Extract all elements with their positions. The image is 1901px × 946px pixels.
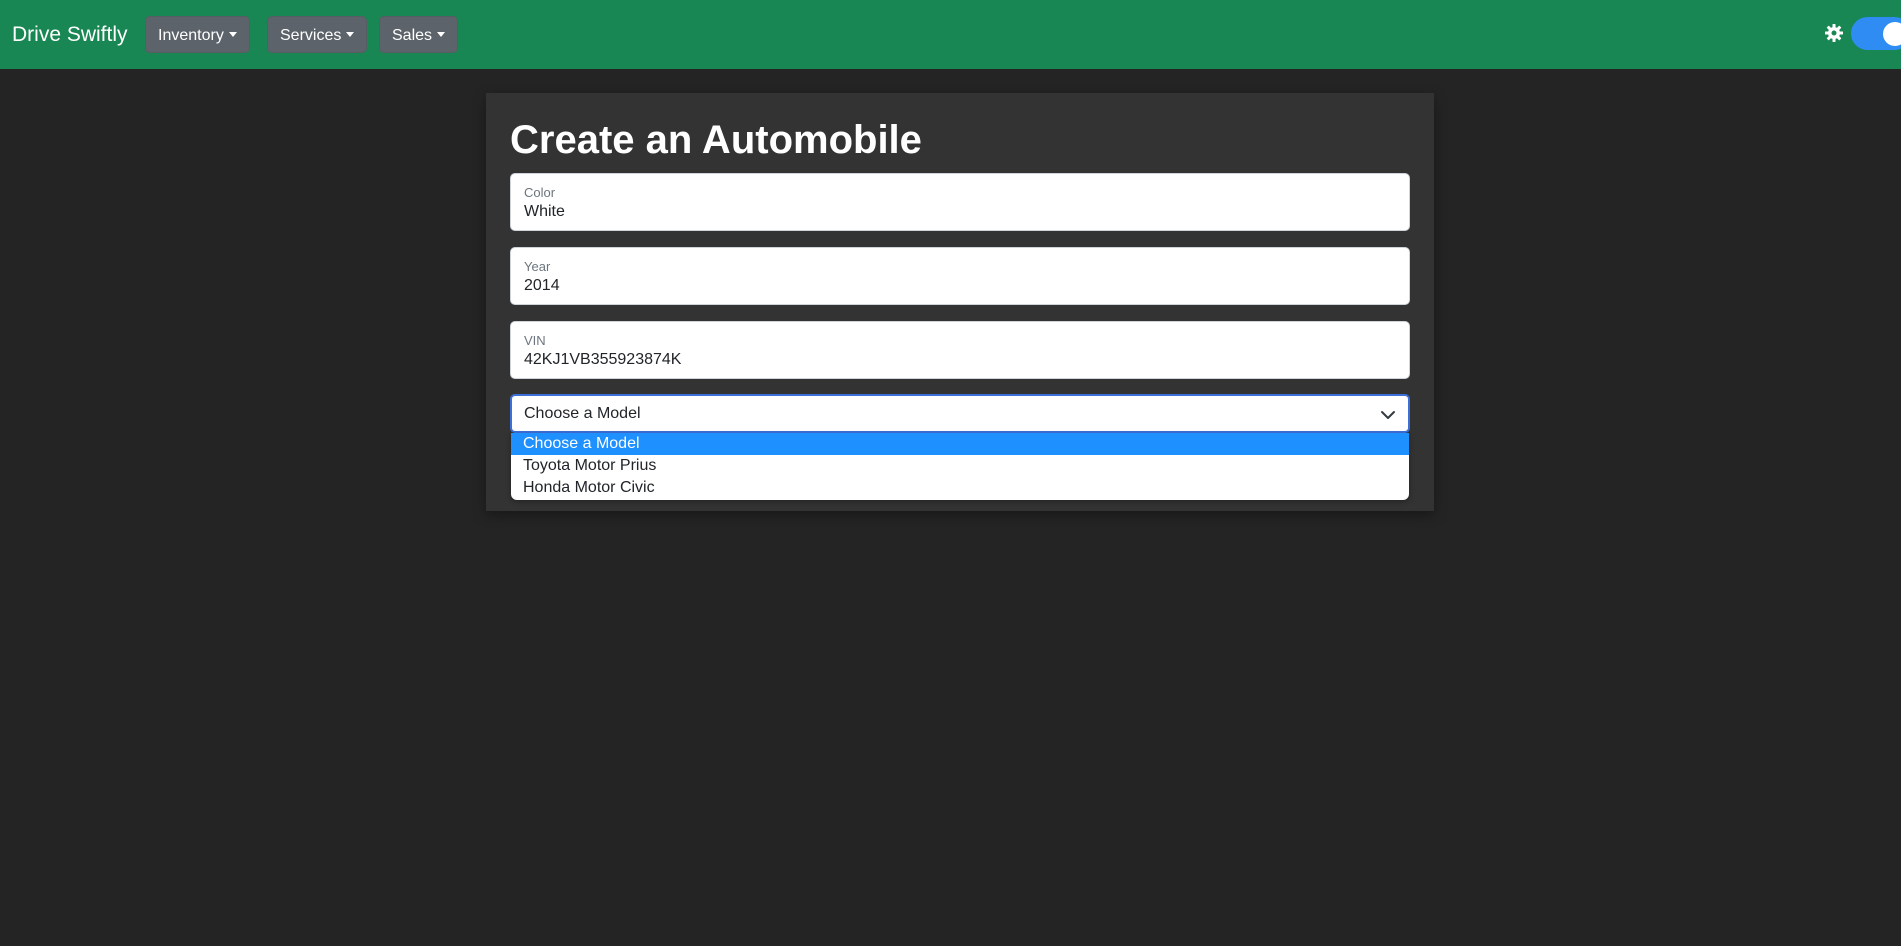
caret-down-icon bbox=[437, 32, 446, 37]
color-field[interactable]: Color White bbox=[510, 173, 1410, 231]
services-menu-button[interactable]: Services bbox=[267, 16, 368, 53]
model-option-toyota-prius[interactable]: Toyota Motor Prius bbox=[511, 455, 1409, 477]
caret-down-icon bbox=[346, 32, 355, 37]
sales-menu-button[interactable]: Sales bbox=[379, 16, 459, 53]
model-select-value: Choose a Model bbox=[524, 405, 641, 422]
model-option-honda-civic[interactable]: Honda Motor Civic bbox=[511, 477, 1409, 499]
color-field-value: White bbox=[524, 203, 565, 220]
top-navbar: Drive Swiftly Inventory Services Sales bbox=[0, 0, 1901, 69]
vin-field-label: VIN bbox=[524, 333, 546, 348]
year-field-label: Year bbox=[524, 259, 551, 274]
services-menu-label: Services bbox=[280, 27, 342, 44]
page-title: Create an Automobile bbox=[510, 118, 922, 162]
inventory-menu-label: Inventory bbox=[158, 27, 224, 44]
create-automobile-card: Create an Automobile Color White Year 20… bbox=[486, 93, 1434, 511]
vin-field[interactable]: VIN 42KJ1VB355923874K bbox=[510, 321, 1410, 379]
year-field[interactable]: Year 2014 bbox=[510, 247, 1410, 305]
model-dropdown-list: Choose a Model Toyota Motor Prius Honda … bbox=[511, 433, 1409, 500]
year-field-value: 2014 bbox=[524, 277, 560, 294]
model-option-choose[interactable]: Choose a Model bbox=[511, 433, 1409, 455]
vin-field-value: 42KJ1VB355923874K bbox=[524, 351, 682, 368]
gear-icon bbox=[1825, 24, 1843, 42]
chevron-down-icon bbox=[1381, 411, 1395, 419]
theme-switch[interactable] bbox=[1811, 16, 1901, 52]
inventory-menu-button[interactable]: Inventory bbox=[145, 16, 250, 53]
sales-menu-label: Sales bbox=[392, 27, 433, 44]
caret-down-icon bbox=[228, 32, 237, 37]
toggle-knob bbox=[1883, 22, 1901, 46]
color-field-label: Color bbox=[524, 185, 556, 200]
brand-link[interactable]: Drive Swiftly bbox=[12, 21, 128, 49]
model-select[interactable]: Choose a Model bbox=[510, 394, 1410, 433]
dark-mode-toggle[interactable] bbox=[1851, 17, 1901, 50]
